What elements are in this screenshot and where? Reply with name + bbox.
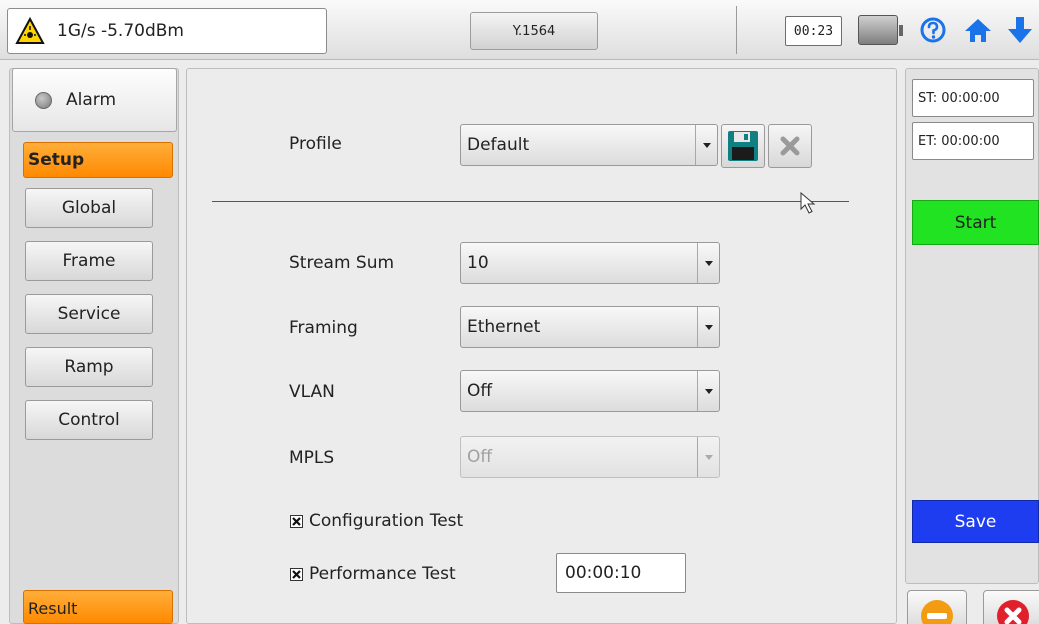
- vlan-label: VLAN: [289, 382, 335, 402]
- test-mode-button[interactable]: Y.1564: [470, 12, 598, 50]
- mpls-value: Off: [467, 447, 493, 467]
- mpls-select: Off: [460, 436, 720, 478]
- sidebar-item-ramp[interactable]: Ramp: [25, 347, 153, 387]
- top-bar: 1G/s -5.70dBm Y.1564 00:23: [0, 0, 1039, 60]
- vlan-select[interactable]: Off: [460, 370, 720, 412]
- clock-display: 00:23: [785, 16, 842, 46]
- chevron-down-icon: [697, 371, 719, 411]
- tab-setup[interactable]: Setup: [23, 142, 173, 178]
- top-divider: [736, 6, 737, 54]
- sidebar-item-control[interactable]: Control: [25, 400, 153, 440]
- performance-test-checkbox[interactable]: [290, 567, 303, 581]
- performance-test-label: Performance Test: [309, 564, 456, 584]
- stream-sum-value: 10: [467, 253, 489, 273]
- sidebar-item-service[interactable]: Service: [25, 294, 153, 334]
- vlan-value: Off: [467, 381, 493, 401]
- help-icon[interactable]: [917, 14, 949, 46]
- configuration-test-label: Configuration Test: [309, 511, 464, 531]
- framing-select[interactable]: Ethernet: [460, 306, 720, 348]
- start-button[interactable]: Start: [912, 200, 1039, 245]
- performance-test-row[interactable]: Performance Test: [290, 564, 456, 584]
- minimize-button[interactable]: [907, 590, 967, 624]
- configuration-test-row[interactable]: Configuration Test: [290, 511, 463, 531]
- profile-select[interactable]: Default: [460, 124, 718, 166]
- chevron-down-icon: [695, 125, 717, 165]
- home-icon[interactable]: [962, 14, 994, 46]
- battery-icon: [858, 15, 903, 45]
- alarm-button[interactable]: Alarm: [12, 68, 177, 132]
- framing-label: Framing: [289, 318, 358, 338]
- mpls-label: MPLS: [289, 448, 335, 468]
- download-arrow-icon[interactable]: [1005, 14, 1035, 46]
- floppy-disk-icon: [728, 131, 758, 161]
- chevron-down-icon: [697, 243, 719, 283]
- stream-sum-label: Stream Sum: [289, 253, 395, 273]
- chevron-down-icon: [697, 437, 719, 477]
- minus-circle-icon: [921, 600, 953, 624]
- sidebar-item-frame[interactable]: Frame: [25, 241, 153, 281]
- save-button[interactable]: Save: [912, 500, 1039, 543]
- save-profile-button[interactable]: [721, 124, 765, 168]
- section-divider: [212, 201, 849, 202]
- laser-warning-icon: [15, 17, 45, 44]
- delete-profile-button[interactable]: [768, 124, 812, 168]
- alarm-label: Alarm: [66, 90, 117, 110]
- stream-sum-select[interactable]: 10: [460, 242, 720, 284]
- performance-duration-input[interactable]: 00:00:10: [556, 553, 686, 593]
- close-circle-icon: [997, 600, 1029, 624]
- tab-result[interactable]: Result: [23, 590, 173, 624]
- profile-value: Default: [467, 135, 530, 155]
- alarm-led-icon: [35, 91, 52, 109]
- start-time-field: ST: 00:00:00: [912, 79, 1034, 117]
- close-icon: [780, 136, 800, 156]
- close-button[interactable]: [983, 590, 1039, 624]
- signal-status-box[interactable]: 1G/s -5.70dBm: [7, 8, 327, 54]
- framing-value: Ethernet: [467, 317, 541, 337]
- elapsed-time-field: ET: 00:00:00: [912, 122, 1034, 160]
- configuration-test-checkbox[interactable]: [290, 514, 303, 528]
- mouse-pointer-icon: [800, 192, 816, 214]
- sidebar-item-global[interactable]: Global: [25, 188, 153, 228]
- signal-status-text: 1G/s -5.70dBm: [57, 21, 184, 41]
- profile-label: Profile: [289, 134, 342, 154]
- chevron-down-icon: [697, 307, 719, 347]
